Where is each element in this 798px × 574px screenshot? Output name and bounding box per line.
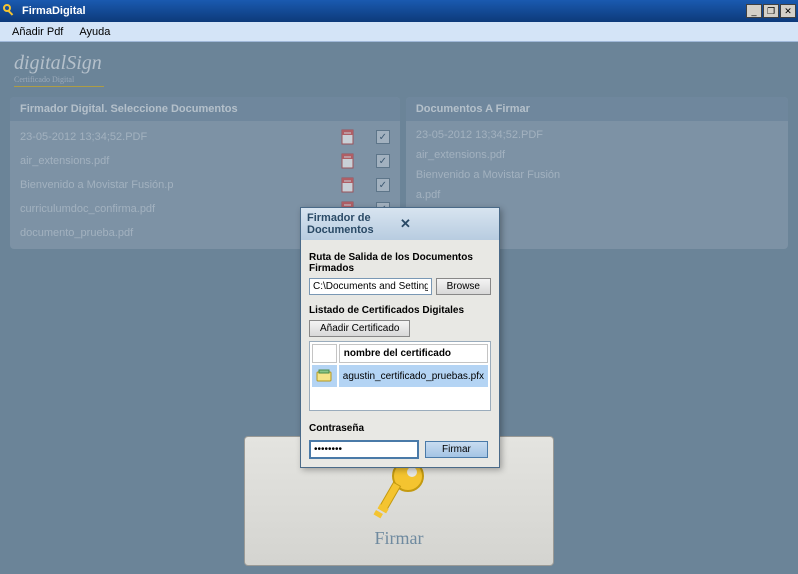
sign-main-label: Firmar — [375, 528, 424, 549]
output-path-input[interactable] — [309, 278, 432, 295]
maximize-button[interactable]: ❐ — [763, 4, 779, 18]
app-icon — [2, 3, 18, 19]
window-title-bar: FirmaDigital _ ❐ ✕ — [0, 0, 798, 22]
minimize-button[interactable]: _ — [746, 4, 762, 18]
certificate-name: agustin_certificado_pruebas.pfx — [339, 365, 488, 387]
certificate-icon — [312, 365, 337, 387]
menu-help[interactable]: Ayuda — [71, 24, 118, 40]
certificate-table: nombre del certificado agustin_certifica… — [309, 341, 491, 411]
output-path-label: Ruta de Salida de los Documentos Firmado… — [309, 252, 491, 274]
dialog-title: Firmador de Documentos — [307, 212, 400, 236]
signer-dialog: Firmador de Documentos ✕ Ruta de Salida … — [300, 207, 500, 468]
password-input[interactable] — [309, 440, 419, 459]
menu-add-pdf[interactable]: Añadir Pdf — [4, 24, 71, 40]
cert-column-header: nombre del certificado — [339, 344, 488, 363]
password-label: Contraseña — [309, 423, 491, 434]
certificate-row-empty — [312, 389, 488, 408]
certificate-row[interactable]: agustin_certificado_pruebas.pfx — [312, 365, 488, 387]
app-body: digitalSign Certificado Digital Firmador… — [0, 42, 798, 574]
cert-list-label: Listado de Certificados Digitales — [309, 305, 491, 316]
browse-button[interactable]: Browse — [436, 278, 491, 295]
window-title: FirmaDigital — [22, 5, 746, 17]
dialog-sign-button[interactable]: Firmar — [425, 441, 488, 458]
close-window-button[interactable]: ✕ — [780, 4, 796, 18]
dialog-title-bar: Firmador de Documentos ✕ — [301, 208, 499, 240]
add-certificate-button[interactable]: Añadir Certificado — [309, 320, 410, 337]
close-icon[interactable]: ✕ — [400, 216, 493, 232]
menu-bar: Añadir Pdf Ayuda — [0, 22, 798, 42]
